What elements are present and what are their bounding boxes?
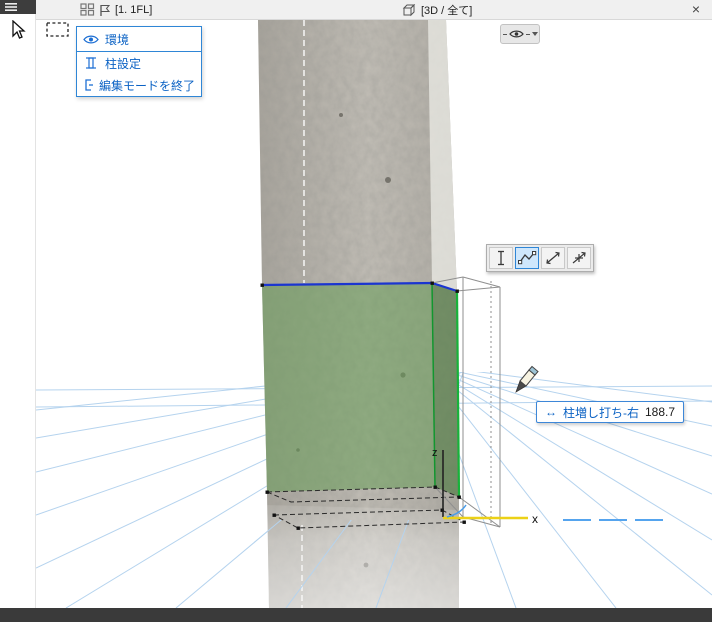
pet-button-offset-edge[interactable] [515, 247, 539, 269]
selected-column-segment[interactable] [262, 283, 459, 497]
column-reflection [265, 505, 459, 608]
pet-palette [486, 244, 594, 272]
edit-panel-item-exit-edit-mode[interactable]: 編集モードを終了 [77, 74, 201, 96]
svg-text:z: z [432, 447, 438, 459]
tab-bar: [1. 1FL] [3D / 全て] × [36, 0, 712, 20]
edit-panel-item-label: 環境 [105, 31, 129, 48]
marquee-icon [45, 21, 71, 39]
toolbox [0, 14, 36, 608]
eye-icon [83, 34, 99, 45]
exit-icon [83, 78, 93, 92]
edit-panel-item-label: 編集モードを終了 [99, 77, 195, 94]
pet-button-move-along-axis[interactable] [541, 247, 565, 269]
svg-text:x: x [532, 512, 538, 526]
dash-left [503, 34, 507, 35]
arrow-cursor-icon [9, 20, 26, 40]
quad-view-icon[interactable] [80, 3, 95, 19]
edit-panel-item-label: 柱設定 [105, 55, 141, 72]
edit-mode-panel: 環境 柱設定 編集モードを終了 [76, 26, 202, 97]
edit-panel-item-column-settings[interactable]: 柱設定 [77, 52, 201, 74]
tab-3d-view-label: [3D / 全て] [421, 2, 472, 18]
flag-icon [98, 4, 111, 17]
hamburger-icon [5, 2, 19, 12]
viewport-3d[interactable]: z x 環境 [36, 20, 712, 608]
tab-3d-view[interactable]: [3D / 全て] [398, 1, 476, 19]
close-tab-button[interactable]: × [688, 0, 704, 19]
chevron-down-icon [532, 32, 538, 36]
tracker-label: 柱増し打ち-右 [563, 404, 639, 421]
status-bar [0, 608, 712, 622]
menu-button[interactable] [0, 0, 36, 14]
tab-floor-plan-label: [1. 1FL] [115, 4, 152, 16]
cube-icon [402, 4, 417, 17]
edit-panel-item-environment[interactable]: 環境 [77, 27, 201, 52]
double-arrow-icon: ↔ [545, 405, 557, 419]
dash-right [526, 34, 530, 35]
scene-3d: z x [36, 20, 712, 608]
tab-floor-plan[interactable]: [1. 1FL] [94, 1, 156, 19]
arrow-tool-button[interactable] [3, 16, 33, 44]
visibility-button[interactable] [500, 24, 540, 44]
tracker-tooltip: ↔ 柱増し打ち-右 188.7 [536, 401, 684, 423]
eye-icon [509, 29, 524, 39]
pet-button-free-move[interactable] [567, 247, 591, 269]
tracker-value[interactable]: 188.7 [645, 405, 675, 419]
marquee-tool-button[interactable] [44, 20, 72, 40]
column-icon [83, 56, 99, 70]
pet-button-stretch-height[interactable] [489, 247, 513, 269]
